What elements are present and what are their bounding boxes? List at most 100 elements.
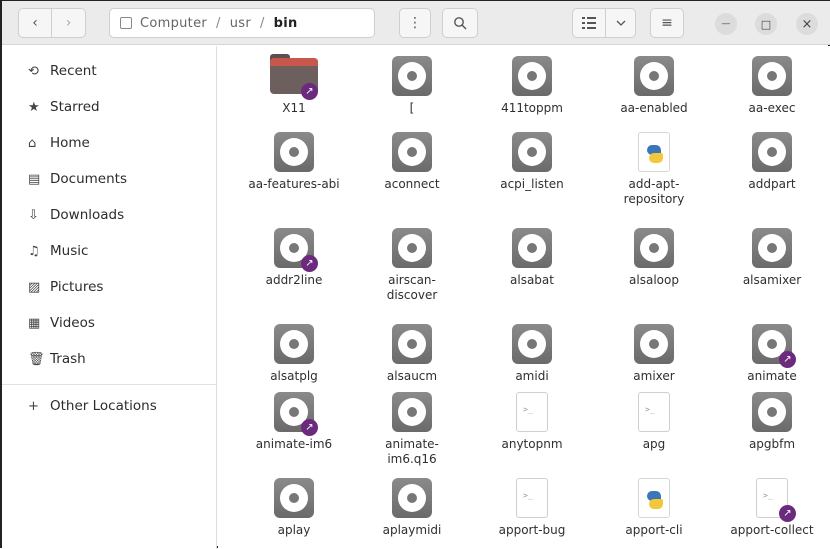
file-name: amidi <box>515 369 549 383</box>
sidebar-item-videos[interactable]: ▦ Videos <box>2 308 216 338</box>
file-name: airscan-discover <box>386 273 438 302</box>
file-item[interactable]: aplay <box>246 478 342 538</box>
file-name: [ <box>409 101 415 115</box>
sidebar-item-recent[interactable]: ⟲ Recent <box>2 56 216 86</box>
symlink-badge-icon: ↗ <box>779 351 796 368</box>
file-name: aa-features-abi <box>248 177 340 191</box>
file-name: aa-enabled <box>620 101 688 115</box>
executable-gear-icon: ↗ <box>274 228 318 272</box>
sidebar-item-trash[interactable]: 🗑 Trash <box>2 344 216 374</box>
path-bar[interactable]: Computer / usr / bin <box>109 8 375 38</box>
sidebar-item-documents[interactable]: ▤ Documents <box>2 164 216 194</box>
file-name: anytopnm <box>501 437 563 451</box>
file-name: animate <box>747 369 797 383</box>
file-item[interactable]: ↗ addr2line <box>246 228 342 288</box>
file-item[interactable]: ↗ animate <box>724 324 820 384</box>
executable-gear-icon <box>392 228 432 268</box>
path-segment-bin[interactable]: bin <box>274 16 298 31</box>
path-menu-button[interactable]: ⋮ <box>399 8 431 38</box>
path-segment-usr[interactable]: usr <box>230 16 251 31</box>
search-button[interactable] <box>442 8 478 38</box>
file-item[interactable]: >_apg <box>606 392 702 452</box>
file-item[interactable]: aa-enabled <box>606 56 702 116</box>
file-item[interactable]: add-apt-repository <box>606 132 702 207</box>
file-name: apgbfm <box>748 437 796 451</box>
file-item[interactable]: airscan-discover <box>364 228 460 303</box>
forward-button[interactable]: › <box>52 8 86 38</box>
file-item[interactable]: ↗ X11 <box>246 54 342 116</box>
star-icon: ★ <box>28 99 40 115</box>
text-script-icon: >_ <box>634 392 674 432</box>
sidebar-item-label: Other Locations <box>50 398 157 414</box>
file-item[interactable]: alsaucm <box>364 324 460 384</box>
chevron-right-icon: › <box>65 15 72 31</box>
more-vertical-icon: ⋮ <box>408 15 422 31</box>
clock-icon: ⟲ <box>28 63 39 79</box>
file-item[interactable]: ↗ animate-im6 <box>246 392 342 452</box>
chevron-left-icon: ‹ <box>32 15 38 31</box>
sidebar-item-other-locations[interactable]: + Other Locations <box>2 391 216 421</box>
file-item[interactable]: aconnect <box>364 132 460 192</box>
file-item[interactable]: >_ ↗ apport-collect <box>724 478 820 538</box>
file-item[interactable]: alsatplg <box>246 324 342 384</box>
file-name: aconnect <box>384 177 440 191</box>
file-item[interactable]: apport-cli <box>606 478 702 538</box>
maximize-button[interactable]: □ <box>755 13 777 35</box>
file-manager-window: ‹ › Computer / usr / bin ⋮ ≡ — □ × ⟲ Rece… <box>0 0 830 549</box>
folder-icon: ↗ <box>270 54 318 100</box>
sidebar-item-label: Documents <box>50 171 127 187</box>
sidebar-item-label: Music <box>50 243 89 259</box>
file-item[interactable]: aplaymidi <box>364 478 460 538</box>
list-view-icon <box>582 17 596 29</box>
file-item[interactable]: alsabat <box>484 228 580 288</box>
file-item[interactable]: acpi_listen <box>484 132 580 192</box>
file-name: apg <box>642 437 666 451</box>
file-name: apport-bug <box>498 523 566 537</box>
file-item[interactable]: alsamixer <box>724 228 820 288</box>
sidebar-item-pictures[interactable]: ▨ Pictures <box>2 272 216 302</box>
sidebar-separator <box>2 384 216 385</box>
file-item[interactable]: aa-exec <box>724 56 820 116</box>
file-item[interactable]: >_ anytopnm <box>484 392 580 452</box>
main-menu-button[interactable]: ≡ <box>650 8 684 38</box>
python-script-icon <box>634 478 674 518</box>
file-item[interactable]: 411toppm <box>484 56 580 116</box>
file-name: animate-im6 <box>255 437 333 451</box>
sidebar-item-starred[interactable]: ★ Starred <box>2 92 216 122</box>
executable-gear-icon <box>274 324 314 364</box>
python-script-icon <box>634 132 674 172</box>
executable-gear-icon <box>392 478 432 518</box>
sidebar-item-label: Recent <box>50 63 97 79</box>
sidebar-item-label: Starred <box>50 99 100 115</box>
file-item[interactable]: amixer <box>606 324 702 384</box>
path-segment-computer[interactable]: Computer <box>140 16 207 31</box>
file-item[interactable]: >_ apport-bug <box>484 478 580 538</box>
file-item[interactable]: apgbfm <box>724 392 820 452</box>
file-name: alsaucm <box>386 369 438 383</box>
sidebar-item-home[interactable]: ⌂ Home <box>2 128 216 158</box>
file-name: aplaymidi <box>382 523 442 537</box>
minimize-button[interactable]: — <box>715 13 737 35</box>
sidebar: ⟲ Recent ★ Starred ⌂ Home ▤ Documents ⇩ Downloads… <box>2 46 217 549</box>
executable-gear-icon <box>392 56 432 96</box>
view-options-dropdown[interactable] <box>606 8 636 38</box>
view-list-button[interactable] <box>572 8 606 38</box>
drive-icon <box>120 17 132 29</box>
sidebar-item-label: Home <box>50 135 90 151</box>
executable-gear-icon <box>512 324 552 364</box>
sidebar-item-music[interactable]: ♫ Music <box>2 236 216 266</box>
file-item[interactable]: addpart <box>724 132 820 192</box>
executable-gear-icon <box>274 132 314 172</box>
file-item[interactable]: amidi <box>484 324 580 384</box>
file-name: acpi_listen <box>500 177 564 191</box>
file-item[interactable]: alsaloop <box>606 228 702 288</box>
file-item[interactable]: animate-im6.q16 <box>364 392 460 467</box>
file-item[interactable]: aa-features-abi <box>246 132 342 192</box>
executable-gear-icon <box>752 392 792 432</box>
file-item[interactable]: [ <box>364 56 460 116</box>
back-button[interactable]: ‹ <box>18 8 52 38</box>
sidebar-item-downloads[interactable]: ⇩ Downloads <box>2 200 216 230</box>
picture-icon: ▨ <box>28 279 41 295</box>
close-button[interactable]: × <box>796 13 818 35</box>
file-name: animate-im6.q16 <box>385 437 439 466</box>
